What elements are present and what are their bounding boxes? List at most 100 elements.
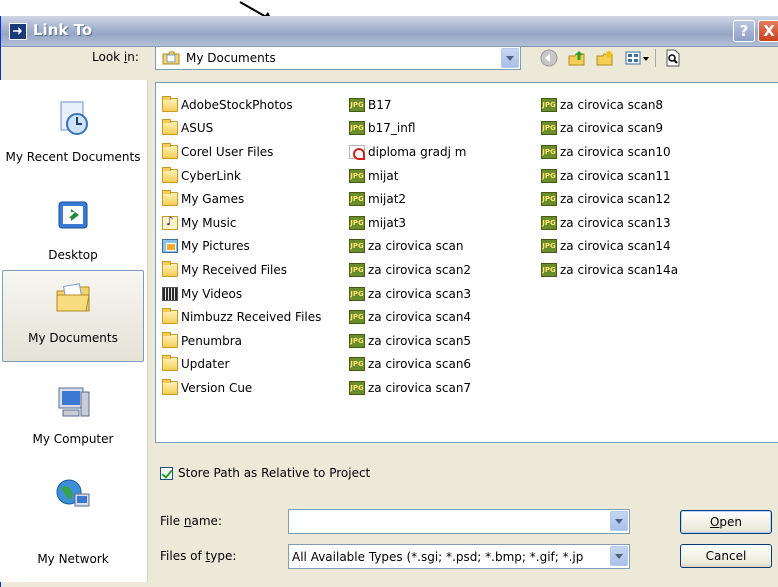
- open-button-mnemonic: O: [709, 515, 720, 529]
- close-button[interactable]: X: [758, 20, 778, 42]
- file-list-item[interactable]: JPG za cirovica scan6: [349, 353, 471, 377]
- up-folder-icon[interactable]: [566, 47, 588, 69]
- file-name-text: za cirovica scan4: [368, 310, 472, 325]
- file-list-item[interactable]: My Pictures: [162, 235, 321, 259]
- jpg-file-icon: JPG: [349, 310, 365, 325]
- look-in-label-text: Look: [92, 50, 124, 64]
- file-list-item[interactable]: My Videos: [162, 282, 321, 306]
- file-list-item[interactable]: JPG za cirovica scan10: [541, 140, 678, 164]
- file-name-text: mijat2: [368, 192, 407, 207]
- file-list-item[interactable]: JPG mijat: [349, 164, 471, 188]
- file-name-text: za cirovica scan12: [560, 192, 671, 207]
- look-in-dropdown-arrow-icon[interactable]: [501, 48, 519, 68]
- file-name-text: AdobeStockPhotos: [181, 97, 293, 112]
- file-list-item[interactable]: JPG mijat3: [349, 211, 471, 235]
- folder-icon: [162, 355, 178, 372]
- file-list-item[interactable]: JPG za cirovica scan14a: [541, 258, 678, 282]
- file-list-item[interactable]: AdobeStockPhotos: [162, 93, 321, 117]
- jpg-file-icon: JPG: [541, 192, 557, 207]
- file-list-item[interactable]: JPG b17_infl: [349, 117, 471, 141]
- file-name-text: za cirovica scan9: [560, 121, 664, 136]
- file-list-item[interactable]: ASUS: [162, 117, 321, 141]
- file-list-item[interactable]: CyberLink: [162, 164, 321, 188]
- help-button[interactable]: ?: [733, 20, 755, 42]
- file-name-dropdown-arrow-icon[interactable]: [610, 511, 628, 531]
- my-network-icon: [56, 479, 90, 507]
- my-computer-icon: [58, 387, 90, 417]
- file-list-item[interactable]: My Games: [162, 187, 321, 211]
- folder-icon: [162, 166, 178, 183]
- file-name-text: mijat: [368, 168, 399, 183]
- file-list-item[interactable]: JPG za cirovica scan7: [349, 376, 471, 400]
- preview-icon[interactable]: [662, 47, 684, 69]
- file-name-text: B17: [368, 97, 392, 112]
- file-name-text: za cirovica scan6: [368, 357, 472, 372]
- pdf-file-icon: [349, 144, 365, 160]
- title-bar: Link To ? X: [1, 16, 778, 47]
- file-name-label: File name:: [160, 514, 222, 528]
- look-in-label-text-end: n:: [127, 50, 139, 64]
- file-list-item[interactable]: JPG za cirovica scan2: [349, 258, 471, 282]
- file-name-text: za cirovica scan13: [560, 215, 671, 230]
- file-name-text: Nimbuzz Received Files: [181, 310, 322, 325]
- file-name-text: My Pictures: [181, 239, 250, 254]
- look-in-dropdown[interactable]: My Documents: [155, 46, 521, 70]
- file-list-item[interactable]: JPG za cirovica scan: [349, 235, 471, 259]
- file-list-item[interactable]: JPG za cirovica scan4: [349, 305, 471, 329]
- places-item-my-computer[interactable]: My Computer: [2, 384, 144, 476]
- file-list-item[interactable]: JPG za cirovica scan5: [349, 329, 471, 353]
- jpg-file-icon: JPG: [349, 262, 365, 277]
- file-type-label-text: Files of: [160, 549, 206, 563]
- file-name-text: My Received Files: [181, 262, 288, 277]
- folder-icon: [162, 190, 178, 207]
- file-list-item[interactable]: JPG za cirovica scan3: [349, 282, 471, 306]
- cancel-button[interactable]: Cancel: [680, 544, 772, 568]
- file-name-text: za cirovica scan3: [368, 286, 472, 301]
- places-label-my-network: My Network: [37, 552, 109, 566]
- music-folder-icon: [162, 214, 178, 230]
- file-list-item[interactable]: JPG za cirovica scan9: [541, 117, 678, 141]
- file-list-item[interactable]: Penumbra: [162, 329, 321, 353]
- jpg-file-icon: JPG: [541, 239, 557, 254]
- file-list-item[interactable]: My Music: [162, 211, 321, 235]
- file-name-text: za cirovica scan5: [368, 333, 472, 348]
- places-item-recent-documents[interactable]: My Recent Documents: [2, 92, 144, 184]
- file-list-item[interactable]: JPG za cirovica scan14: [541, 235, 678, 259]
- file-list-item[interactable]: JPG mijat2: [349, 187, 471, 211]
- file-list-item[interactable]: Nimbuzz Received Files: [162, 305, 321, 329]
- file-list-item[interactable]: Version Cue: [162, 376, 321, 400]
- file-type-dropdown-arrow-icon[interactable]: [610, 546, 628, 566]
- navigation-toolbar: [538, 47, 688, 69]
- file-list-item[interactable]: JPG za cirovica scan13: [541, 211, 678, 235]
- file-list-item[interactable]: Corel User Files: [162, 140, 321, 164]
- file-type-dropdown[interactable]: All Available Types (*.sgi; *.psd; *.bmp…: [288, 544, 630, 569]
- dialog-title: Link To: [33, 21, 93, 39]
- desktop-icon: [58, 201, 88, 229]
- file-name-input[interactable]: [288, 509, 630, 534]
- folder-icon: [162, 95, 178, 112]
- file-list-item[interactable]: My Received Files: [162, 258, 321, 282]
- recent-documents-icon: [60, 101, 88, 135]
- store-path-checkbox[interactable]: [160, 466, 173, 480]
- file-list-item[interactable]: Updater: [162, 353, 321, 377]
- file-list-item[interactable]: JPG za cirovica scan12: [541, 187, 678, 211]
- views-menu-icon[interactable]: [624, 47, 650, 69]
- store-path-checkbox-row[interactable]: Store Path as Relative to Project: [160, 466, 370, 480]
- file-name-text: b17_infl: [368, 121, 416, 136]
- jpg-file-icon: JPG: [349, 239, 365, 254]
- places-item-my-network[interactable]: My Network: [2, 476, 144, 568]
- file-list-item[interactable]: JPG za cirovica scan11: [541, 164, 678, 188]
- jpg-file-icon: JPG: [349, 286, 365, 301]
- jpg-file-icon: JPG: [349, 97, 365, 112]
- file-list-item[interactable]: JPG B17: [349, 93, 471, 117]
- file-name-label-text-end: ame:: [191, 514, 222, 528]
- folder-icon: [162, 260, 178, 277]
- back-icon[interactable]: [538, 47, 560, 69]
- new-folder-icon[interactable]: [594, 47, 616, 69]
- places-item-my-documents[interactable]: My Documents: [2, 270, 144, 362]
- jpg-file-icon: JPG: [541, 121, 557, 136]
- file-list-item[interactable]: diploma gradj m: [349, 140, 471, 164]
- file-list-item[interactable]: JPG za cirovica scan8: [541, 93, 678, 117]
- open-button[interactable]: Open: [680, 510, 772, 534]
- jpg-file-icon: JPG: [541, 97, 557, 112]
